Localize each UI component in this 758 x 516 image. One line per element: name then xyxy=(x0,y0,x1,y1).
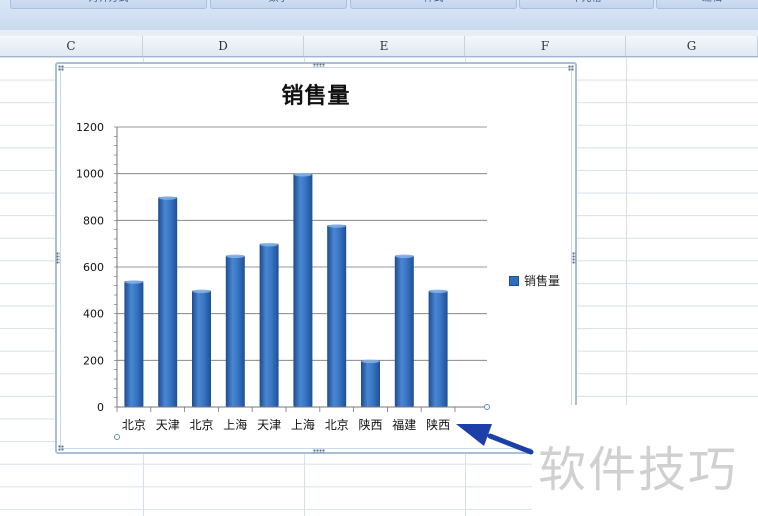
ribbon-group-number[interactable]: 数字 xyxy=(210,0,347,9)
bar xyxy=(225,255,245,407)
y-tick-label: 0 xyxy=(97,401,104,414)
bar-cap xyxy=(158,196,177,200)
bar xyxy=(394,255,414,407)
bar-cap xyxy=(260,242,279,247)
legend-label: 销售量 xyxy=(524,274,561,288)
bar-cap xyxy=(192,289,211,294)
bar xyxy=(327,225,347,407)
ribbon-remnant: 对齐方式 数字 样式 单元格 编辑 xyxy=(0,0,758,31)
chart-object[interactable]: 销售量 0 200 400 600 800 1000 1200 北京 天津 北京 上海 天津 上海 北京… xyxy=(55,62,577,454)
chart-legend[interactable]: 销售量 xyxy=(509,272,560,289)
bar-cap xyxy=(361,359,380,364)
x-tick-label: 天津 xyxy=(257,418,281,432)
bar-cap xyxy=(395,254,414,259)
ribbon-group-styles[interactable]: 样式 xyxy=(350,0,517,9)
y-tick-label: 200 xyxy=(83,354,104,367)
bar-cap xyxy=(124,280,143,284)
x-tick-label: 北京 xyxy=(189,418,213,432)
bar xyxy=(259,243,279,407)
y-tick-label: 800 xyxy=(83,214,104,227)
ribbon-group-alignment[interactable]: 对齐方式 xyxy=(10,0,207,9)
x-tick-label: 陕西 xyxy=(358,417,382,432)
bar-cap xyxy=(327,224,346,228)
x-tick-label: 上海 xyxy=(223,417,247,432)
ribbon-group-editing[interactable]: 编辑 xyxy=(656,0,758,9)
x-tick-label: 北京 xyxy=(325,418,349,432)
column-header-e[interactable]: E xyxy=(304,36,465,56)
axis-selection-handle xyxy=(484,404,490,410)
column-header-row: C D E F G xyxy=(0,36,758,57)
bar xyxy=(293,173,313,407)
ribbon-group-cells[interactable]: 单元格 xyxy=(519,0,654,9)
axis-selection-handle xyxy=(114,434,120,440)
y-tick-label: 400 xyxy=(83,308,104,321)
y-tick-label: 1000 xyxy=(76,168,104,181)
x-tick-label: 天津 xyxy=(156,418,180,432)
x-tick-label: 北京 xyxy=(122,418,146,432)
bar-cap xyxy=(429,289,448,294)
bar-cap xyxy=(226,254,245,259)
column-header-g[interactable]: G xyxy=(626,36,758,56)
bar xyxy=(124,281,144,407)
column-header-c[interactable]: C xyxy=(0,36,143,56)
bar xyxy=(192,290,211,407)
plot-area[interactable]: 020040060080010001200 北京 天津 北京 上海 天津 上海 北京 陕西 福建… xyxy=(57,64,575,452)
bar xyxy=(158,197,178,407)
column-header-d[interactable]: D xyxy=(143,36,304,56)
x-tick-label: 上海 xyxy=(291,417,315,432)
legend-swatch xyxy=(509,275,519,286)
bar xyxy=(428,290,448,407)
bar-cap xyxy=(293,172,312,177)
x-tick-label: 福建 xyxy=(392,417,416,432)
y-tick-label: 1200 xyxy=(76,121,104,134)
column-header-f[interactable]: F xyxy=(465,36,626,56)
y-tick-label: 600 xyxy=(83,261,104,274)
x-tick-label: 陕西 xyxy=(426,417,450,432)
bar xyxy=(361,360,380,407)
watermark-text: 软件技巧 xyxy=(538,442,739,498)
